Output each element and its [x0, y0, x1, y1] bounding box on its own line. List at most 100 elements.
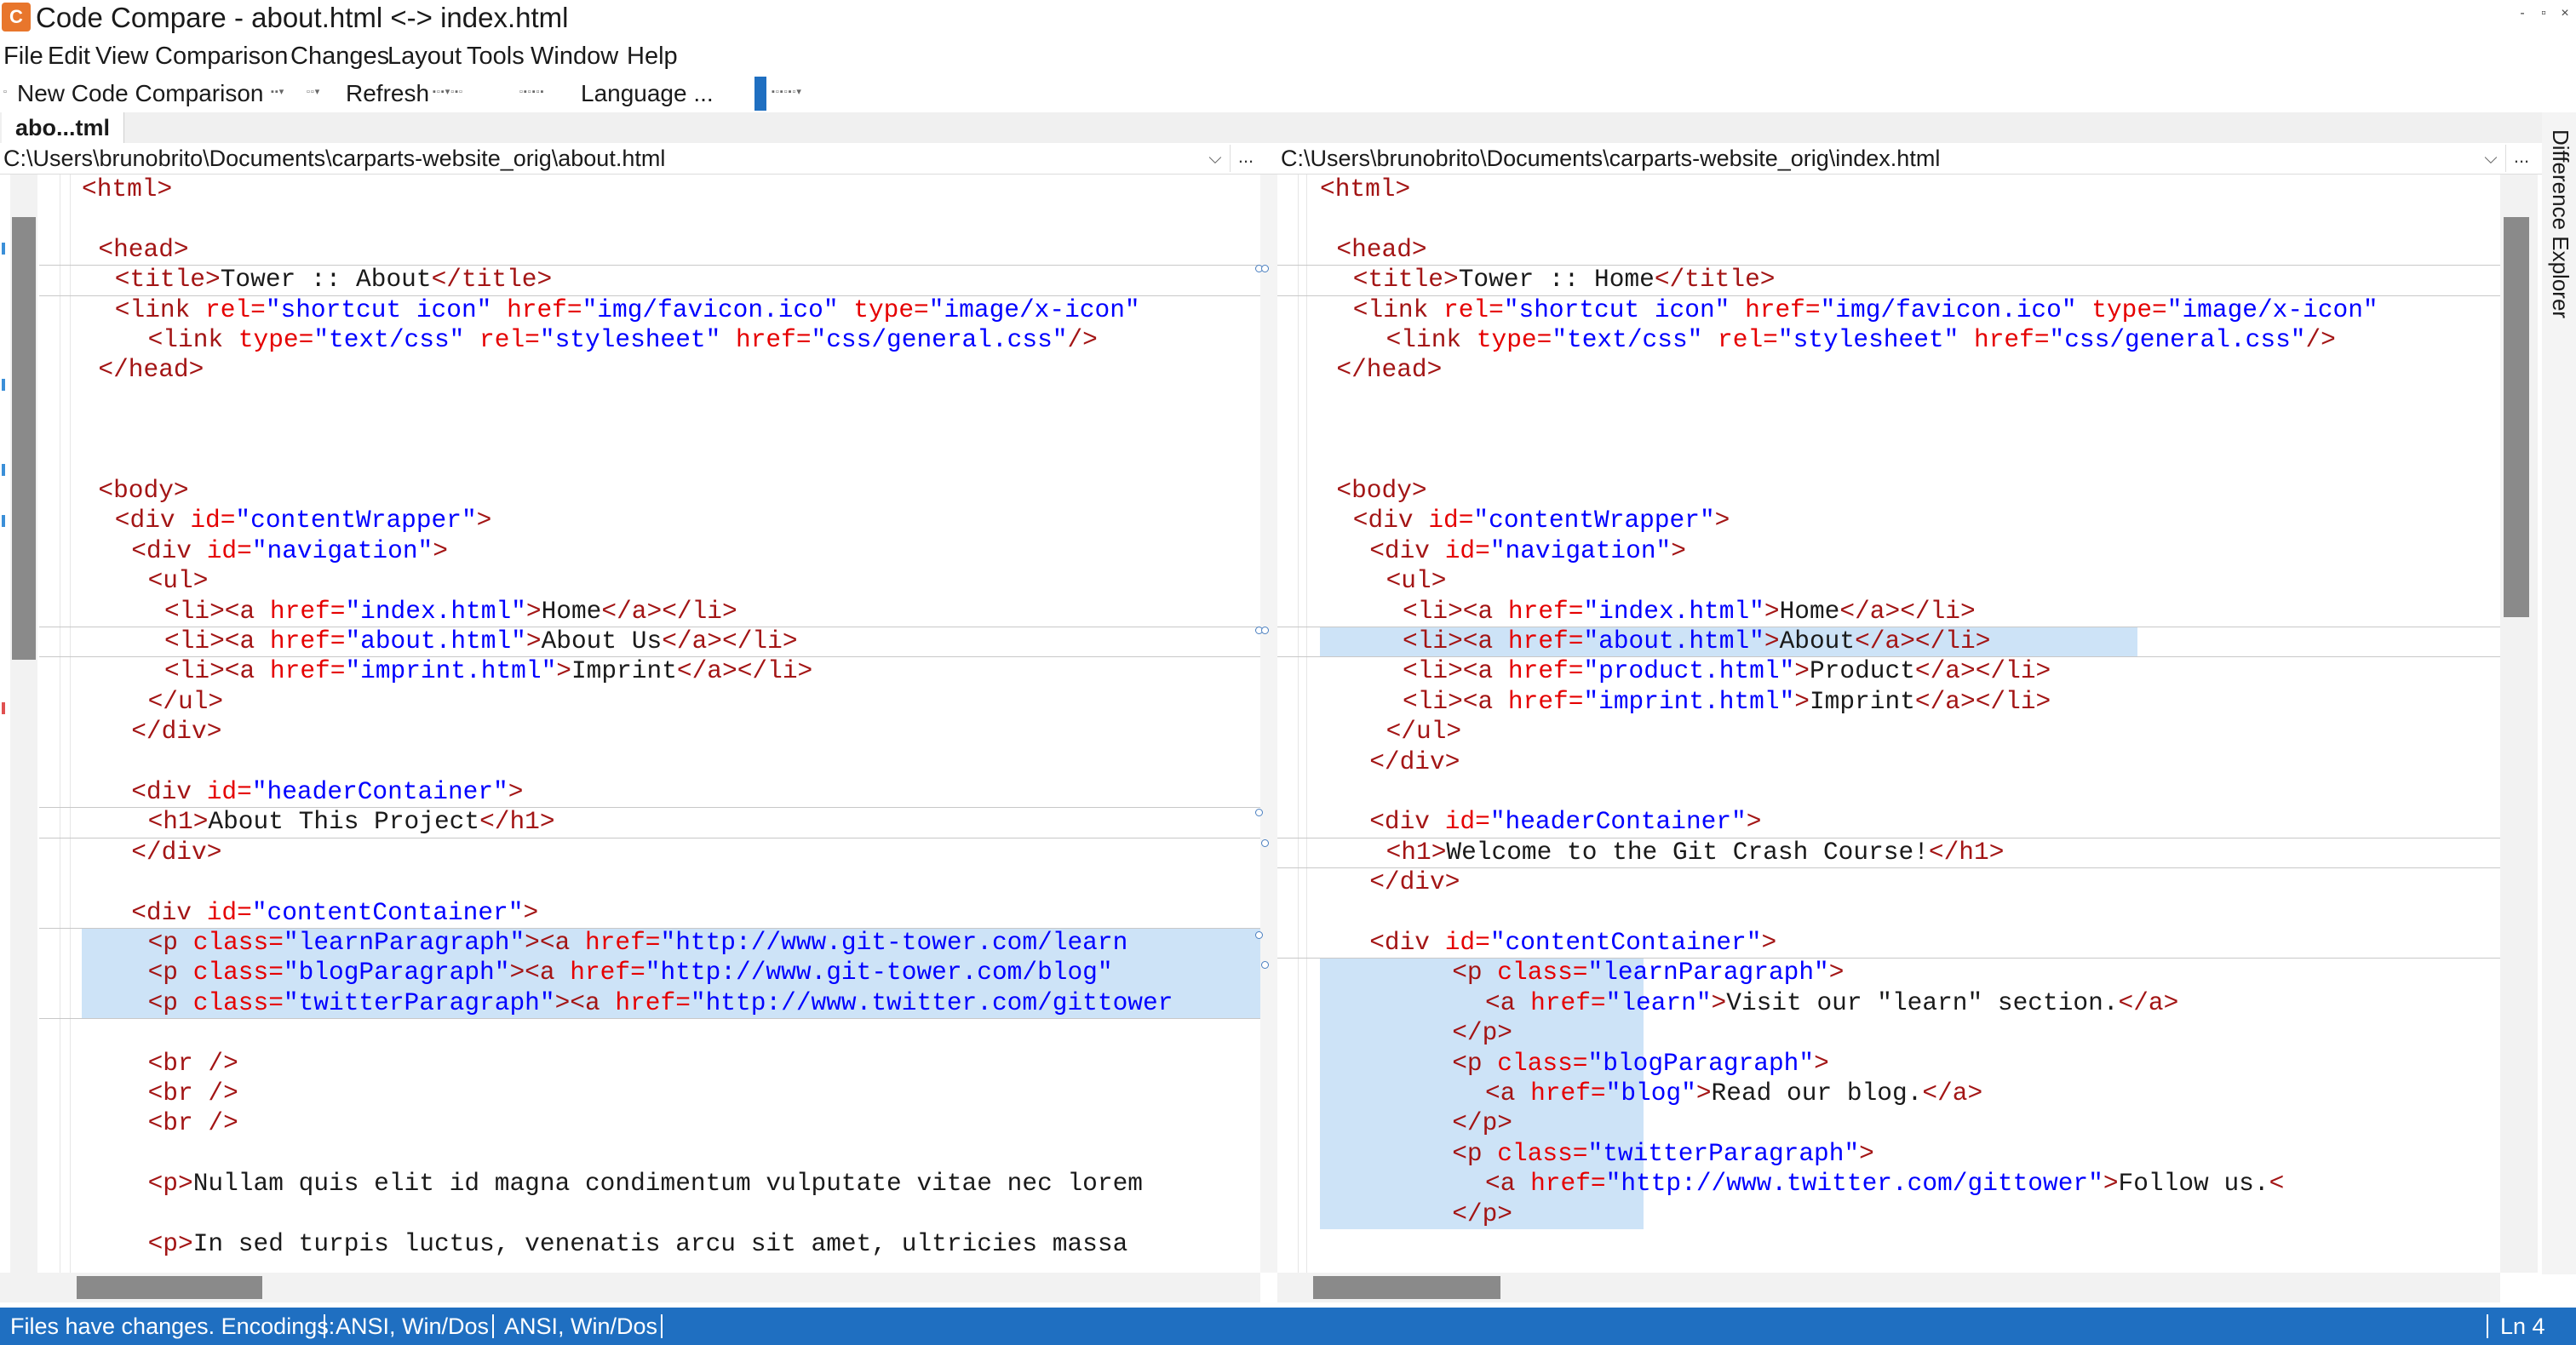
open-icon[interactable]: ▪▪▾	[271, 87, 296, 97]
code-line[interactable]: <ul>	[148, 566, 209, 596]
right-vertical-scroll-thumb[interactable]	[2504, 217, 2529, 617]
code-line[interactable]: <a href="blog">Read our blog.</a>	[1485, 1079, 1982, 1108]
code-line[interactable]: <li><a href="about.html">About Us</a></l…	[164, 627, 798, 656]
code-line[interactable]: <head>	[1336, 235, 1426, 265]
right-horizontal-scrollbar[interactable]	[1277, 1273, 2500, 1302]
left-file-path[interactable]: C:\Users\brunobrito\Documents\carparts-w…	[3, 143, 665, 174]
maximize-button[interactable]: ▫	[2538, 5, 2550, 22]
pane-splitter[interactable]	[1255, 175, 1277, 1273]
chevron-down-icon[interactable]: ⌵	[2478, 143, 2504, 174]
code-line[interactable]: <link rel="shortcut icon" href="img/favi…	[1353, 295, 2378, 325]
code-line[interactable]: <div id="navigation">	[1369, 536, 1686, 566]
language-button[interactable]: Language ...	[581, 77, 714, 111]
chevron-down-icon[interactable]: ⌵	[1202, 143, 1228, 174]
code-line[interactable]: <br />	[148, 1079, 238, 1108]
code-line[interactable]: <p>Nullam quis elit id magna condimentum…	[148, 1169, 1143, 1199]
code-line[interactable]: </div>	[131, 717, 221, 747]
code-line[interactable]: <body>	[1336, 476, 1426, 506]
code-line[interactable]: <div id="contentWrapper">	[115, 506, 492, 535]
code-line[interactable]: <p class="learnParagraph">	[1452, 958, 1844, 987]
code-line[interactable]: <div id="contentContainer">	[1369, 928, 1776, 958]
code-line[interactable]: <li><a href="about.html">About</a></li>	[1403, 627, 1990, 656]
view-options-icons[interactable]: ▪▫▪▫▪▫▾	[772, 87, 840, 97]
code-line[interactable]: <div id="headerContainer">	[1369, 807, 1761, 837]
right-code-pane[interactable]: <html><head> <title>Tower :: Home</title>…	[1277, 175, 2500, 1273]
more-icon[interactable]: ...	[1230, 145, 1261, 172]
left-horizontal-scrollbar[interactable]	[0, 1273, 1260, 1302]
difference-explorer-label[interactable]: Difference Explorer	[2547, 129, 2573, 318]
minimize-button[interactable]: -	[2516, 5, 2528, 22]
code-line[interactable]: <title>Tower :: About</title>	[115, 265, 552, 295]
code-line[interactable]: </ul>	[148, 687, 224, 717]
code-line[interactable]: <link type="text/css" rel="stylesheet" h…	[1386, 325, 2336, 355]
code-line[interactable]: <html>	[1320, 175, 1410, 204]
menu-comparison[interactable]: Comparison	[155, 37, 288, 75]
menu-view[interactable]: View	[95, 37, 148, 75]
code-line[interactable]: </p>	[1452, 1108, 1512, 1138]
code-line[interactable]: <br />	[148, 1049, 238, 1079]
code-line[interactable]: <li><a href="index.html">Home</a></li>	[164, 597, 737, 627]
tab-about-html[interactable]: abo...tml	[2, 112, 125, 143]
code-line[interactable]: <p class="blogParagraph"><a href="http:/…	[148, 958, 1113, 987]
status-encoding-left[interactable]: ANSI, Win/Dos	[336, 1308, 489, 1345]
code-line[interactable]: <div id="contentContainer">	[131, 898, 538, 928]
right-file-path[interactable]: C:\Users\brunobrito\Documents\carparts-w…	[1281, 143, 1940, 174]
code-line[interactable]: <a href="learn">Visit our "learn" sectio…	[1485, 988, 2178, 1018]
code-line[interactable]: </p>	[1452, 1018, 1512, 1048]
menu-help[interactable]: Help	[627, 37, 678, 75]
code-line[interactable]: <head>	[98, 235, 188, 265]
code-line[interactable]: <h1>About This Project</h1>	[148, 807, 555, 837]
code-line[interactable]: <p class="twitterParagraph"><a href="htt…	[148, 988, 1173, 1018]
code-line[interactable]: <a href="http://www.twitter.com/gittower…	[1485, 1169, 2284, 1199]
code-line[interactable]: <link type="text/css" rel="stylesheet" h…	[148, 325, 1098, 355]
code-line[interactable]: <p>In sed turpis luctus, venenatis arcu …	[148, 1229, 1128, 1259]
right-vertical-scrollbar[interactable]	[2500, 175, 2538, 1273]
refresh-button[interactable]: Refresh	[346, 77, 429, 111]
code-line[interactable]: </div>	[1369, 747, 1460, 777]
code-line[interactable]: <body>	[98, 476, 188, 506]
menu-file[interactable]: File	[3, 37, 43, 75]
code-line[interactable]: <div id="navigation">	[131, 536, 448, 566]
code-line[interactable]: <li><a href="imprint.html">Imprint</a></…	[164, 656, 812, 686]
difference-explorer-panel[interactable]: Difference Explorer	[2542, 112, 2576, 1274]
code-line[interactable]: </div>	[131, 838, 221, 867]
right-horizontal-scroll-thumb[interactable]	[1313, 1276, 1500, 1299]
swap-icon[interactable]: ▫▫▾	[307, 87, 341, 97]
merge-icons[interactable]: ▫▪▫▪▫▪	[519, 87, 577, 97]
menu-layout[interactable]: Layout	[387, 37, 462, 75]
code-line[interactable]: <p class="blogParagraph">	[1452, 1049, 1829, 1079]
code-line[interactable]: <html>	[82, 175, 172, 204]
code-line[interactable]: <div id="headerContainer">	[131, 777, 523, 807]
menu-tools[interactable]: Tools	[467, 37, 525, 75]
code-line[interactable]: <ul>	[1386, 566, 1447, 596]
code-line[interactable]: <div id="contentWrapper">	[1353, 506, 1730, 535]
code-line[interactable]: <li><a href="product.html">Product</a></…	[1403, 656, 2051, 686]
code-line[interactable]: </p>	[1452, 1199, 1512, 1229]
code-line[interactable]: </head>	[98, 355, 204, 385]
status-encoding-right[interactable]: ANSI, Win/Dos	[504, 1308, 657, 1345]
code-line[interactable]: <h1>Welcome to the Git Crash Course!</h1…	[1386, 838, 2005, 867]
left-code-pane[interactable]: <html><head> <title>Tower :: About</title…	[10, 175, 1260, 1273]
close-button[interactable]: ×	[2559, 5, 2571, 22]
code-line[interactable]: </head>	[1336, 355, 1442, 385]
left-overview-ruler[interactable]	[0, 175, 10, 1273]
right-code-lines[interactable]: <html><head> <title>Tower :: Home</title>…	[1320, 175, 2500, 1273]
code-line[interactable]: <li><a href="imprint.html">Imprint</a></…	[1403, 687, 2051, 717]
code-line[interactable]: <br />	[148, 1108, 238, 1138]
code-line[interactable]: </ul>	[1386, 717, 1462, 747]
view-mode-icon[interactable]	[754, 77, 766, 111]
code-line[interactable]: <p class="learnParagraph"><a href="http:…	[148, 928, 1128, 958]
code-line[interactable]: </div>	[1369, 867, 1460, 897]
menu-window[interactable]: Window	[531, 37, 618, 75]
code-line[interactable]: <p class="twitterParagraph">	[1452, 1139, 1874, 1169]
code-line[interactable]: <link rel="shortcut icon" href="img/favi…	[115, 295, 1140, 325]
navigation-icons[interactable]: ▪▫▪▾▫▪▫	[433, 87, 502, 97]
new-code-comparison-button[interactable]: New Code Comparison	[17, 77, 263, 111]
left-horizontal-scroll-thumb[interactable]	[77, 1276, 262, 1299]
code-line[interactable]: <title>Tower :: Home</title>	[1353, 265, 1776, 295]
code-line[interactable]: <li><a href="index.html">Home</a></li>	[1403, 597, 1976, 627]
menu-edit[interactable]: Edit	[48, 37, 90, 75]
left-code-lines[interactable]: <html><head> <title>Tower :: About</title…	[82, 175, 1260, 1273]
menu-changes[interactable]: Changes	[290, 37, 389, 75]
more-icon[interactable]: ...	[2505, 145, 2537, 172]
